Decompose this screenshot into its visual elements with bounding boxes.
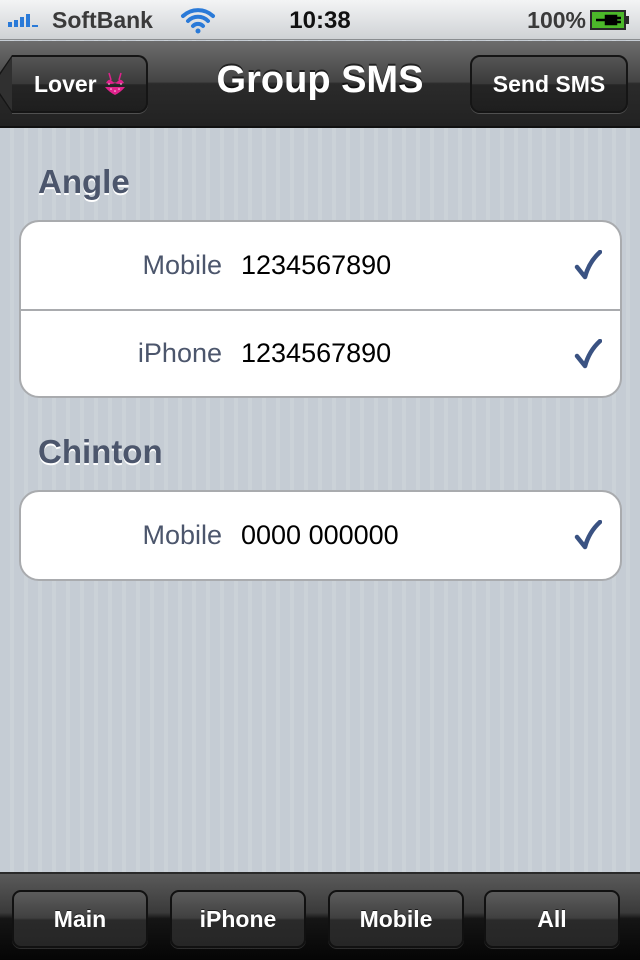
status-bar: SoftBank 10:38 100%	[0, 0, 640, 40]
list-item[interactable]: Mobile 0000 000000	[21, 492, 620, 579]
phone-number: 1234567890	[241, 338, 392, 368]
toolbar-main-button[interactable]: Main	[12, 890, 148, 948]
phone-type-label: Mobile	[142, 520, 222, 550]
toolbar-mobile-button[interactable]: Mobile	[328, 890, 464, 948]
phone-number: 0000 000000	[241, 520, 399, 550]
toolbar-iphone-button[interactable]: iPhone	[170, 890, 306, 948]
back-button-label: Lover	[34, 70, 97, 97]
contact-group-chinton: Mobile 0000 000000	[19, 490, 622, 581]
battery-percentage: 100%	[527, 7, 586, 33]
phone-type-label: iPhone	[137, 338, 222, 368]
battery-charging-icon	[590, 10, 629, 30]
phone-number: 1234567890	[241, 250, 392, 280]
phone-type-label: Mobile	[142, 250, 222, 280]
navigation-bar: Lover Group SMS Send SMS	[0, 41, 640, 128]
checkmark-icon	[574, 250, 602, 280]
send-sms-button[interactable]: Send SMS	[470, 55, 628, 113]
checkmark-icon	[574, 339, 602, 369]
toolbar-all-button[interactable]: All	[484, 890, 620, 948]
list-item[interactable]: Mobile 1234567890	[21, 222, 620, 309]
bottom-toolbar: Main iPhone Mobile All	[0, 872, 640, 960]
contact-group-angle: Mobile 1234567890 iPhone 1234567890	[19, 220, 622, 398]
section-header-chinton: Chinton	[38, 433, 163, 470]
section-header-angle: Angle	[38, 163, 130, 200]
list-item[interactable]: iPhone 1234567890	[21, 309, 620, 396]
checkmark-icon	[574, 520, 602, 550]
back-button[interactable]: Lover	[0, 55, 148, 113]
bikini-emoji-icon	[104, 72, 125, 95]
